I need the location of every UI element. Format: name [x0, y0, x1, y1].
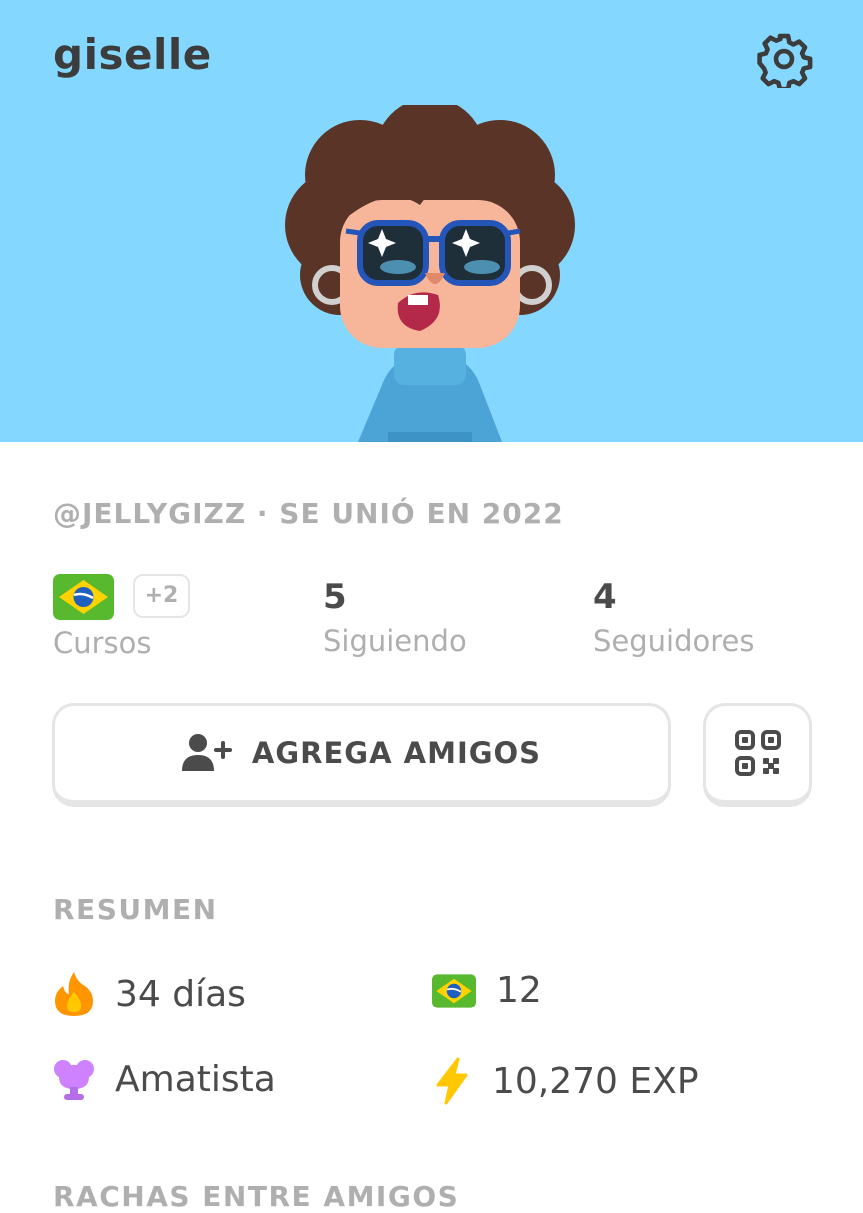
followers-stat[interactable]: 4 Seguidores: [593, 572, 754, 658]
username-join-date: @JELLYGIZZ · SE UNIÓ EN 2022: [53, 497, 564, 530]
following-count: 5: [323, 577, 347, 617]
friend-streaks-heading: RACHAS ENTRE AMIGOS: [53, 1180, 460, 1213]
trophy-icon: [54, 1060, 94, 1100]
league-stat: Amatista: [53, 1057, 276, 1101]
brazil-flag-icon: [432, 973, 476, 1008]
course-level-value: 12: [496, 970, 542, 1011]
streak-value: 34 días: [115, 973, 246, 1015]
xp-stat: 10,270 EXP: [432, 1057, 699, 1105]
league-value: Amatista: [115, 1058, 276, 1100]
profile-name: giselle: [53, 30, 212, 79]
following-stat[interactable]: 5 Siguiendo: [323, 572, 467, 658]
summary-heading: RESUMEN: [53, 893, 218, 926]
add-friends-label: AGREGA AMIGOS: [251, 736, 542, 770]
gear-icon[interactable]: [755, 30, 813, 88]
course-level-stat: 12: [432, 970, 542, 1011]
followers-count: 4: [593, 577, 617, 617]
qr-code-icon: [734, 730, 781, 776]
courses-label: Cursos: [53, 626, 152, 660]
qr-code-button[interactable]: [703, 703, 812, 807]
brazil-flag-icon[interactable]: [53, 574, 114, 620]
followers-label: Seguidores: [593, 624, 755, 658]
streak-stat: 34 días: [53, 970, 246, 1018]
fire-icon: [55, 972, 93, 1016]
add-friends-button[interactable]: AGREGA AMIGOS: [52, 703, 671, 807]
lightning-icon: [436, 1057, 468, 1105]
profile-banner: giselle: [0, 0, 863, 442]
add-user-icon: [181, 734, 232, 771]
following-label: Siguiendo: [323, 624, 467, 658]
courses-stat[interactable]: Cursos: [53, 624, 152, 660]
more-courses-badge[interactable]: +2: [133, 574, 190, 618]
avatar: [285, 105, 575, 442]
xp-value: 10,270 EXP: [492, 1060, 699, 1102]
